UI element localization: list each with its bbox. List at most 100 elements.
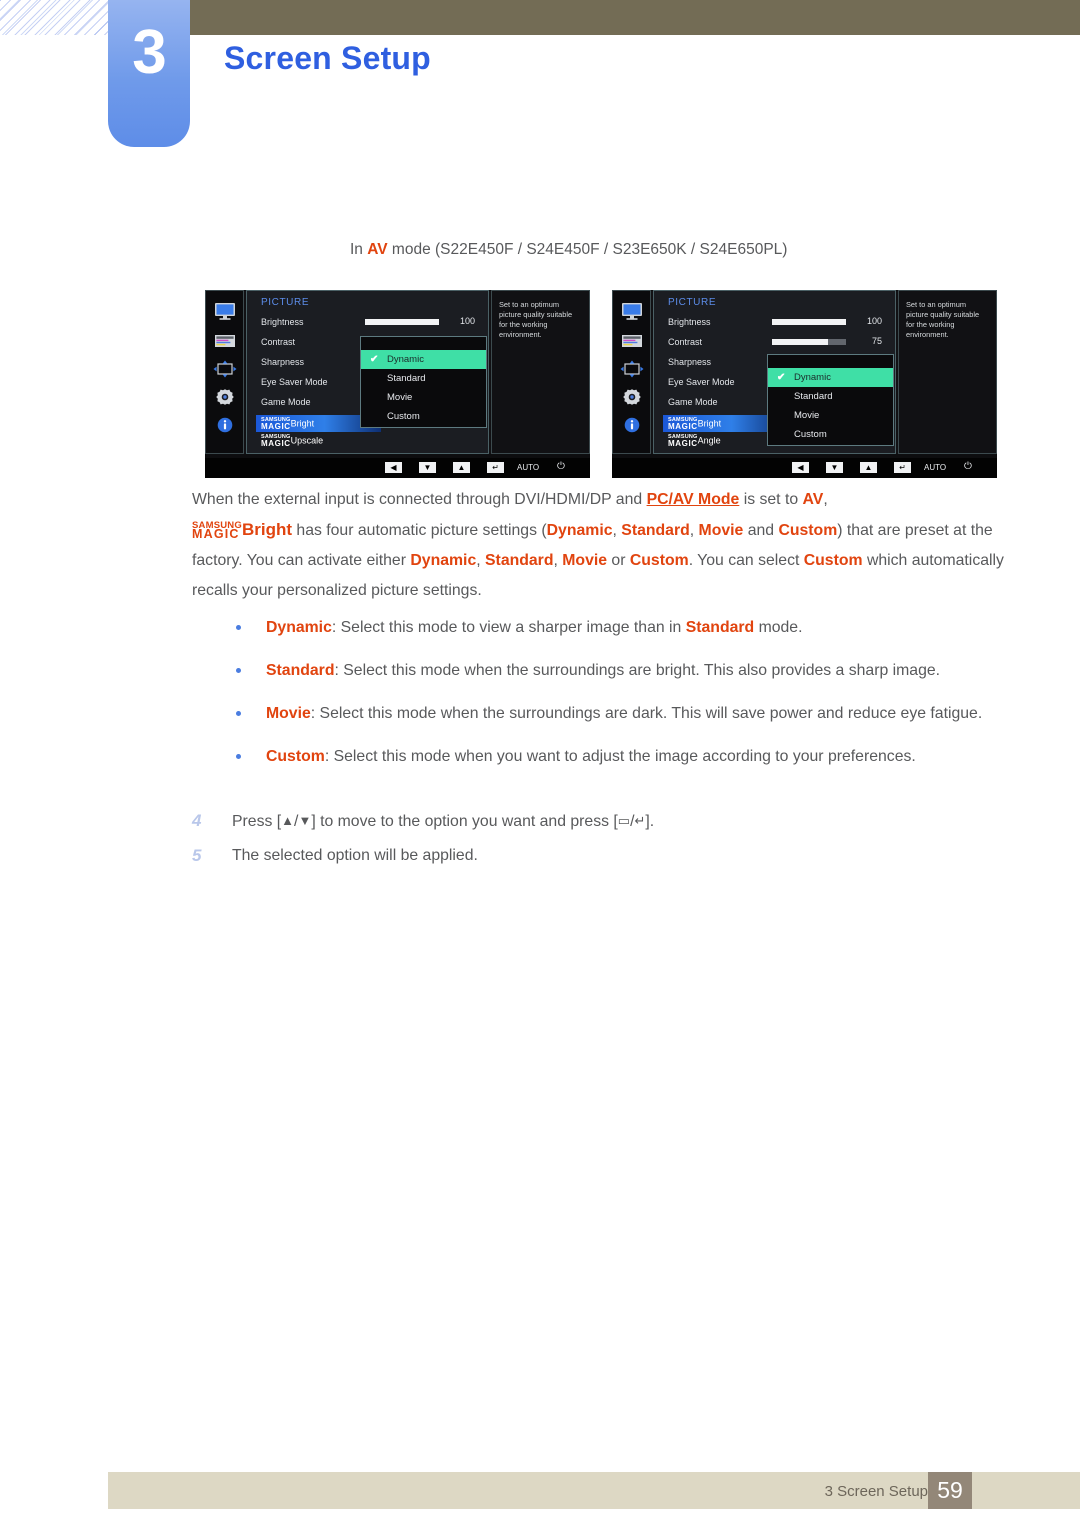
para-text-10: , [553,552,563,569]
brightness-slider[interactable] [772,319,846,325]
osd-item-game-mode[interactable]: Game Mode [261,397,311,407]
osd-item-sharpness[interactable]: Sharpness [261,357,304,367]
dropdown-option-standard[interactable]: Standard [361,369,486,388]
check-icon: ✔ [370,354,379,365]
monitor-icon[interactable] [212,301,238,321]
para-custom-3: Custom [803,552,863,569]
osd-footbar-left: ◀ ▼ ▲ ↵ AUTO ⏻ [205,458,590,478]
step-text-post: ]. [645,813,655,830]
bullet-dot-icon [236,668,241,673]
step-number: 4 [192,811,202,830]
position-arrows-icon[interactable] [212,359,238,379]
numbered-steps: 4 Press [▲/▼] to move to the option you w… [192,804,992,873]
bullet-term: Dynamic [266,619,332,636]
onscreen-display-icon[interactable] [212,331,238,351]
dropdown-option-movie[interactable]: Movie [361,388,486,407]
pc-av-mode-link[interactable]: PC/AV Mode [647,491,740,508]
contrast-slider-fill [772,339,828,345]
down-arrow-key-icon: ▼ [298,813,312,828]
dropdown-option-custom[interactable]: Custom [361,407,486,426]
down-arrow-button[interactable]: ▼ [419,462,436,473]
dropdown-option-standard[interactable]: Standard [768,387,893,406]
osd-footbar-right: ◀ ▼ ▲ ↵ AUTO ⏻ [612,458,997,478]
para-av: AV [802,491,824,508]
information-icon[interactable] [619,415,645,435]
left-arrow-button[interactable]: ◀ [385,462,402,473]
osd-item-eye-saver-mode[interactable]: Eye Saver Mode [261,377,328,387]
dropdown-option-custom[interactable]: Custom [768,425,893,444]
left-arrow-button[interactable]: ◀ [792,462,809,473]
osd-screenshot-right: PICTURE Brightness Contrast Sharpness Ey… [612,290,997,478]
osd-item-contrast[interactable]: Contrast [668,337,702,347]
caption-av-mode: AV [367,241,388,258]
osd-item-magicupscale[interactable]: SAMSUNG MAGIC Upscale [261,434,323,447]
bullet-text-a: : Select this mode when the surroundings… [334,662,941,679]
power-icon[interactable]: ⏻ [964,461,972,472]
osd-item-brightness[interactable]: Brightness [668,317,711,327]
list-item: Custom: Select this mode when you want t… [230,741,1020,772]
dropdown-option-dynamic[interactable]: ✔ Dynamic [361,350,486,369]
up-arrow-button[interactable]: ▲ [860,462,877,473]
osd-item-magicangle-suffix: Angle [697,435,721,446]
step-text-pre: Press [ [232,813,282,830]
osd-item-contrast[interactable]: Contrast [261,337,295,347]
step-number: 5 [192,846,202,865]
main-paragraph: When the external input is connected thr… [192,485,1004,606]
footer-page-number: 59 [928,1472,972,1509]
osd-heading: PICTURE [261,297,310,308]
osd-tooltip-right: Set to an optimum picture quality suitab… [898,290,997,454]
dropdown-option-dynamic-label: Dynamic [387,354,424,365]
para-text-2: is set to [739,491,803,508]
gear-icon[interactable] [619,387,645,407]
dropdown-option-dynamic[interactable]: ✔ Dynamic [768,368,893,387]
magicbright-dropdown-right[interactable]: ✔ Dynamic Standard Movie Custom [767,354,894,446]
magic-logo: SAMSUNG MAGIC [668,417,698,431]
check-icon: ✔ [777,372,786,383]
osd-item-sharpness[interactable]: Sharpness [668,357,711,367]
position-arrows-icon[interactable] [619,359,645,379]
bullet-text-a: : Select this mode when the surroundings… [310,705,983,722]
caption-prefix: In [350,241,368,258]
dropdown-option-movie[interactable]: Movie [768,406,893,425]
osd-item-magicangle[interactable]: SAMSUNG MAGIC Angle [668,434,721,447]
para-movie-2: Movie [562,552,608,569]
auto-button[interactable]: AUTO [517,462,539,473]
brightness-slider[interactable] [365,319,439,325]
bullet-term: Standard [266,662,335,679]
osd-item-game-mode[interactable]: Game Mode [668,397,718,407]
dropdown-option-dynamic-label: Dynamic [794,372,831,383]
dropdown-option-custom-label: Custom [387,411,420,422]
power-icon[interactable]: ⏻ [557,461,565,472]
osd-body-left: PICTURE Brightness Contrast Sharpness Ey… [205,290,590,454]
page-title: Screen Setup [224,40,431,76]
gear-icon[interactable] [212,387,238,407]
magicbright-suffix: Bright [241,520,293,539]
footer-chapter-label: 3 Screen Setup [824,1483,928,1500]
osd-item-brightness[interactable]: Brightness [261,317,304,327]
caption-suffix: mode (S22E450F / S24E450F / S23E650K / S… [387,241,788,258]
contrast-value: 75 [871,336,882,346]
enter-button[interactable]: ↵ [487,462,504,473]
para-custom-1: Custom [778,522,838,539]
contrast-slider[interactable] [772,339,846,345]
magicbright-dropdown-left[interactable]: ✔ Dynamic Standard Movie Custom [360,336,487,428]
brightness-value: 100 [459,316,475,326]
brightness-slider-fill [772,319,846,325]
up-arrow-button[interactable]: ▲ [453,462,470,473]
osd-item-magicbright-suffix: Bright [697,418,722,429]
brightness-value: 100 [866,316,882,326]
dropdown-option-movie-label: Movie [794,410,820,421]
down-arrow-button[interactable]: ▼ [826,462,843,473]
information-icon[interactable] [212,415,238,435]
monitor-icon[interactable] [619,301,645,321]
osd-tooltip-left: Set to an optimum picture quality suitab… [491,290,590,454]
osd-item-eye-saver-mode[interactable]: Eye Saver Mode [668,377,735,387]
bullet-dot-icon [236,711,241,716]
chapter-number: 3 [132,18,166,87]
onscreen-display-icon[interactable] [619,331,645,351]
auto-button[interactable]: AUTO [924,462,946,473]
step-text-pre: The selected option will be applied. [232,847,478,864]
enter-button[interactable]: ↵ [894,462,911,473]
magic-logo: SAMSUNG MAGIC [261,434,291,448]
osd-tooltip-text: Set to an optimum picture quality suitab… [906,300,980,339]
